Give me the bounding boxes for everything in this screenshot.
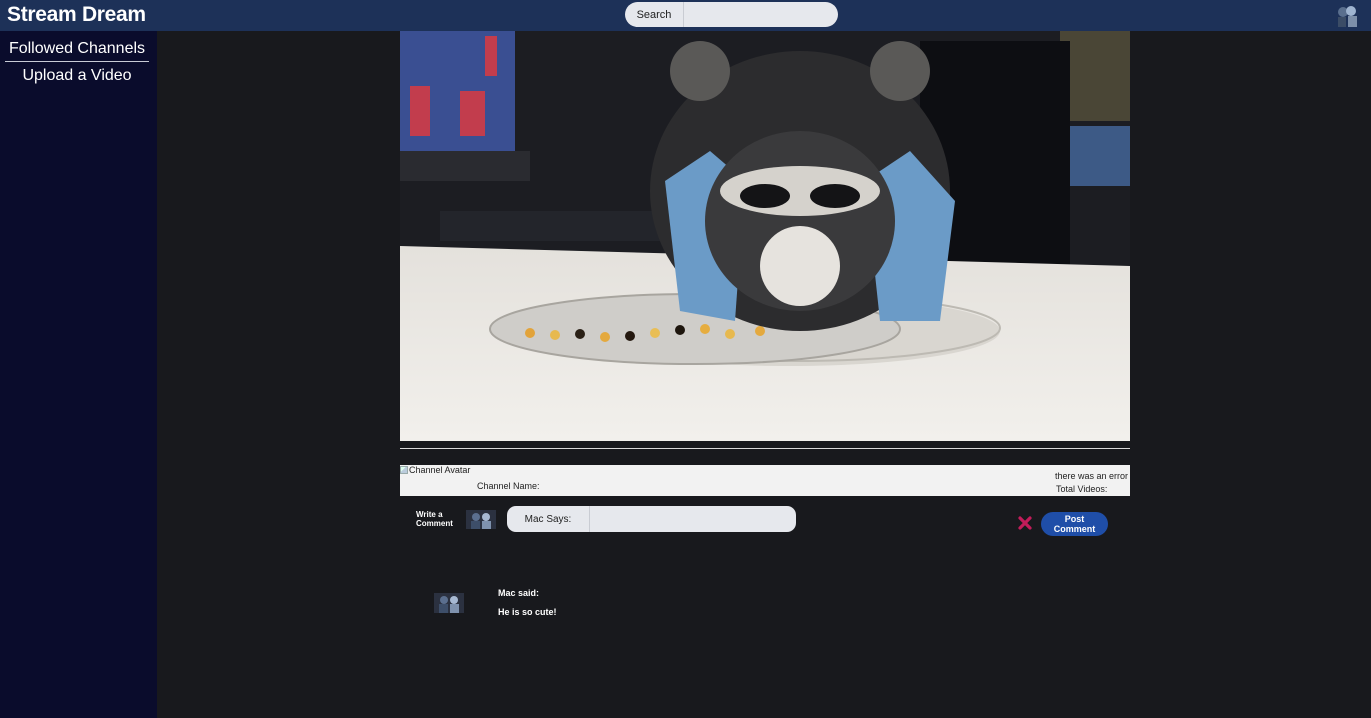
write-comment-label: Write a Comment — [416, 510, 453, 528]
comment-avatar — [434, 593, 464, 613]
comment-input[interactable] — [590, 506, 796, 532]
video-player[interactable] — [400, 31, 1130, 441]
channel-avatar[interactable]: Channel Avatar — [400, 465, 470, 475]
top-navbar: Stream Dream Search — [0, 0, 1371, 31]
broken-image-icon — [400, 466, 408, 474]
user-avatar[interactable] — [1334, 2, 1360, 28]
close-icon[interactable] — [1017, 515, 1033, 531]
sidebar: Followed Channels Upload a Video — [0, 31, 157, 718]
error-message: there was an error — [1054, 471, 1128, 481]
search-label[interactable]: Search — [625, 2, 684, 27]
commenter-avatar — [466, 510, 496, 529]
comment-says-label: Mac Says: — [507, 506, 590, 532]
video-divider — [400, 448, 1130, 449]
channel-info: Channel Avatar Channel Name: there was a… — [400, 465, 1130, 496]
comment-text: He is so cute! — [498, 607, 557, 617]
channel-avatar-alt: Channel Avatar — [409, 465, 471, 475]
channel-name-label: Channel Name: — [477, 481, 540, 491]
post-comment-button[interactable]: Post Comment — [1041, 512, 1108, 536]
sidebar-item-followed-channels[interactable]: Followed Channels — [5, 40, 149, 62]
site-logo[interactable]: Stream Dream — [7, 3, 146, 27]
comment-author: Mac said: — [498, 588, 540, 598]
search-input[interactable] — [684, 2, 838, 27]
search-bar: Search — [625, 2, 838, 27]
comment-field: Mac Says: — [507, 506, 796, 532]
sidebar-item-upload-video[interactable]: Upload a Video — [5, 67, 149, 85]
total-videos-label: Total Videos: — [1056, 484, 1108, 494]
